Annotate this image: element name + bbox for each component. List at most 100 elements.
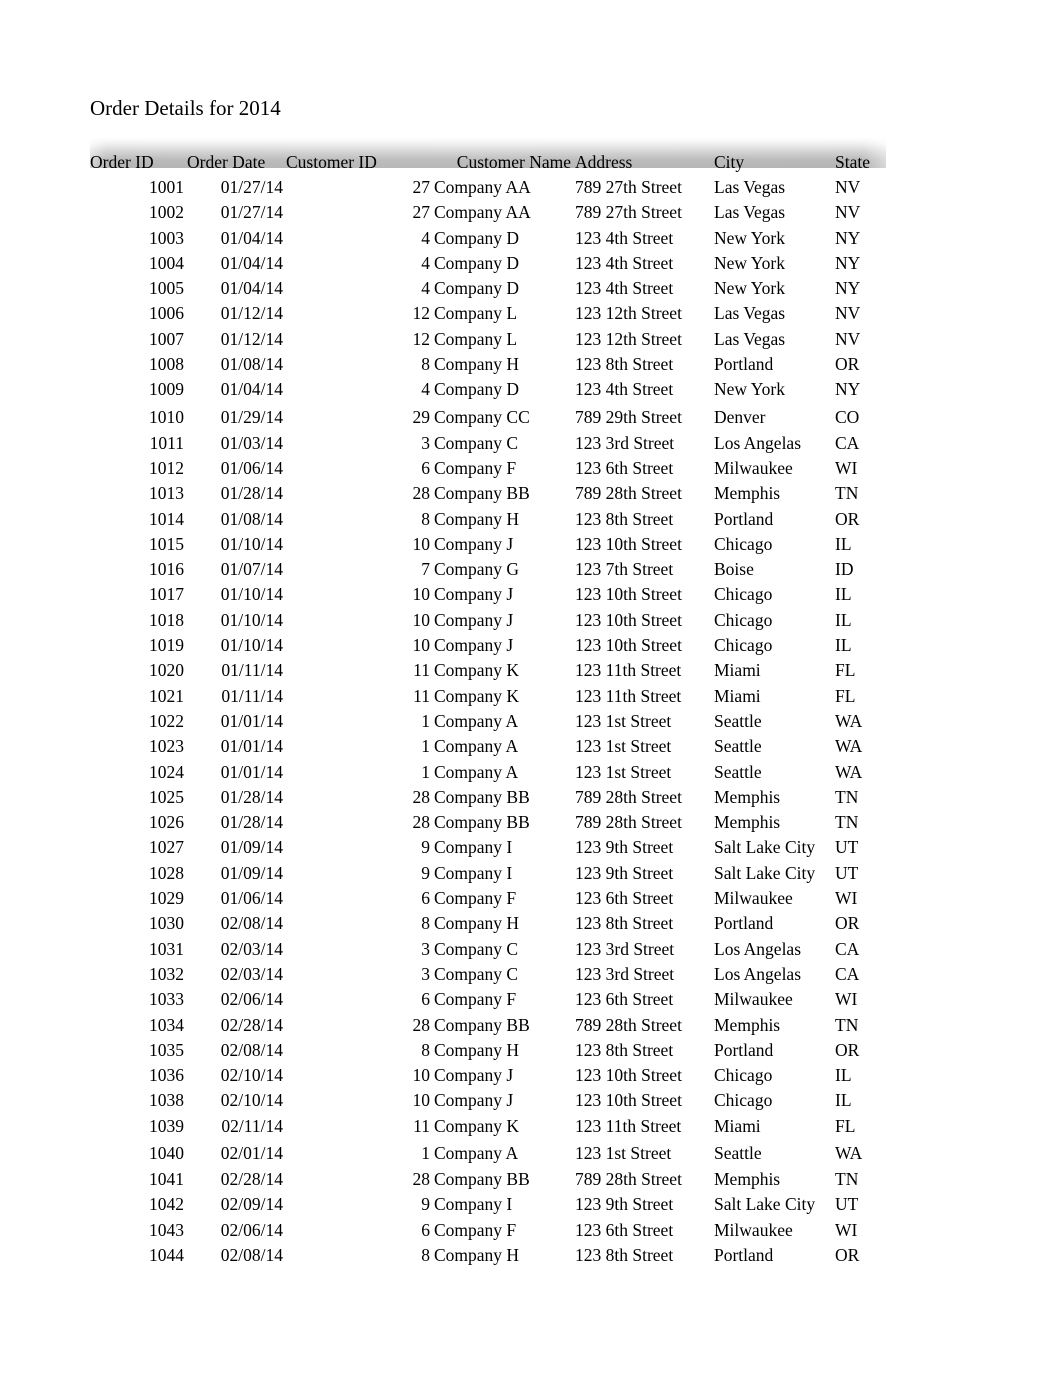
cell-address[interactable]: 123 12th Street (575, 301, 714, 326)
cell-order-id[interactable]: 1028 (90, 861, 187, 886)
table-row[interactable]: 1024 01/01/14 1 Company A 123 1st Street Seat… (90, 760, 890, 785)
cell-city[interactable]: Salt Lake City (714, 1192, 835, 1217)
table-row[interactable]: 1002 01/27/14 27 Company AA 789 27th Street L… (90, 200, 890, 225)
cell-customer-id[interactable]: 10 (286, 1088, 434, 1113)
cell-state[interactable]: WI (835, 456, 890, 481)
cell-customer-id[interactable]: 28 (286, 1013, 434, 1038)
cell-customer-name[interactable]: Company H (434, 1243, 575, 1268)
cell-state[interactable]: NY (835, 377, 890, 402)
cell-state[interactable]: WA (835, 709, 890, 734)
table-row[interactable]: 1033 02/06/14 6 Company F 123 6th Street Milw… (90, 987, 890, 1012)
cell-order-id[interactable]: 1023 (90, 734, 187, 759)
cell-customer-id[interactable]: 1 (286, 760, 434, 785)
cell-address[interactable]: 123 3rd Street (575, 962, 714, 987)
cell-state[interactable]: FL (835, 1114, 890, 1139)
cell-state[interactable]: OR (835, 911, 890, 936)
cell-order-date[interactable]: 01/07/14 (187, 557, 286, 582)
cell-customer-name[interactable]: Company F (434, 987, 575, 1012)
table-row[interactable]: 1031 02/03/14 3 Company C 123 3rd Street Los … (90, 937, 890, 962)
cell-state[interactable]: OR (835, 507, 890, 532)
cell-order-date[interactable]: 01/12/14 (187, 301, 286, 326)
table-row[interactable]: 1005 01/04/14 4 Company D 123 4th Street New … (90, 276, 890, 301)
cell-order-id[interactable]: 1018 (90, 608, 187, 633)
cell-customer-id[interactable]: 27 (286, 175, 434, 200)
cell-city[interactable]: New York (714, 276, 835, 301)
cell-order-id[interactable]: 1025 (90, 785, 187, 810)
table-row[interactable]: 1032 02/03/14 3 Company C 123 3rd Street Los … (90, 962, 890, 987)
cell-order-id[interactable]: 1041 (90, 1167, 187, 1192)
cell-customer-id[interactable]: 6 (286, 1218, 434, 1243)
cell-order-date[interactable]: 01/01/14 (187, 760, 286, 785)
cell-state[interactable]: NY (835, 276, 890, 301)
cell-address[interactable]: 789 27th Street (575, 175, 714, 200)
cell-customer-name[interactable]: Company D (434, 276, 575, 301)
cell-order-id[interactable]: 1044 (90, 1243, 187, 1268)
cell-customer-name[interactable]: Company F (434, 456, 575, 481)
cell-state[interactable]: FL (835, 658, 890, 683)
cell-order-date[interactable]: 02/08/14 (187, 911, 286, 936)
cell-state[interactable]: ID (835, 557, 890, 582)
column-header-customer-id[interactable]: Customer ID (286, 150, 434, 175)
cell-customer-name[interactable]: Company BB (434, 810, 575, 835)
cell-customer-name[interactable]: Company J (434, 1063, 575, 1088)
cell-customer-id[interactable]: 8 (286, 1038, 434, 1063)
cell-order-id[interactable]: 1032 (90, 962, 187, 987)
cell-state[interactable]: IL (835, 1088, 890, 1113)
cell-city[interactable]: Chicago (714, 633, 835, 658)
cell-order-date[interactable]: 01/06/14 (187, 456, 286, 481)
table-row[interactable]: 1011 01/03/14 3 Company C 123 3rd Street Los … (90, 431, 890, 456)
cell-order-date[interactable]: 01/10/14 (187, 582, 286, 607)
cell-address[interactable]: 123 10th Street (575, 532, 714, 557)
cell-city[interactable]: Portland (714, 911, 835, 936)
cell-address[interactable]: 789 28th Street (575, 810, 714, 835)
cell-order-id[interactable]: 1006 (90, 301, 187, 326)
cell-address[interactable]: 123 1st Street (575, 1139, 714, 1167)
cell-customer-name[interactable]: Company H (434, 352, 575, 377)
cell-order-date[interactable]: 01/04/14 (187, 226, 286, 251)
table-row[interactable]: 1008 01/08/14 8 Company H 123 8th Street Port… (90, 352, 890, 377)
cell-customer-id[interactable]: 3 (286, 937, 434, 962)
cell-customer-name[interactable]: Company J (434, 633, 575, 658)
cell-state[interactable]: IL (835, 608, 890, 633)
cell-order-id[interactable]: 1024 (90, 760, 187, 785)
table-row[interactable]: 1035 02/08/14 8 Company H 123 8th Street Port… (90, 1038, 890, 1063)
cell-city[interactable]: Las Vegas (714, 200, 835, 225)
cell-order-date[interactable]: 01/28/14 (187, 481, 286, 506)
cell-customer-id[interactable]: 11 (286, 1114, 434, 1139)
cell-city[interactable]: Salt Lake City (714, 835, 835, 860)
cell-customer-id[interactable]: 11 (286, 684, 434, 709)
cell-order-date[interactable]: 02/08/14 (187, 1243, 286, 1268)
cell-city[interactable]: Memphis (714, 1013, 835, 1038)
cell-order-date[interactable]: 02/09/14 (187, 1192, 286, 1217)
cell-order-id[interactable]: 1031 (90, 937, 187, 962)
cell-address[interactable]: 123 4th Street (575, 226, 714, 251)
cell-address[interactable]: 123 11th Street (575, 1114, 714, 1139)
cell-customer-id[interactable]: 10 (286, 582, 434, 607)
cell-customer-name[interactable]: Company J (434, 1088, 575, 1113)
cell-customer-id[interactable]: 12 (286, 327, 434, 352)
table-row[interactable]: 1009 01/04/14 4 Company D 123 4th Street New … (90, 377, 890, 402)
cell-address[interactable]: 789 27th Street (575, 200, 714, 225)
cell-address[interactable]: 789 28th Street (575, 481, 714, 506)
cell-order-date[interactable]: 02/11/14 (187, 1114, 286, 1139)
cell-state[interactable]: UT (835, 1192, 890, 1217)
cell-address[interactable]: 123 6th Street (575, 1218, 714, 1243)
cell-order-date[interactable]: 01/12/14 (187, 327, 286, 352)
cell-order-id[interactable]: 1001 (90, 175, 187, 200)
column-header-city[interactable]: City (714, 150, 835, 175)
cell-order-date[interactable]: 01/04/14 (187, 377, 286, 402)
cell-customer-id[interactable]: 10 (286, 633, 434, 658)
cell-customer-name[interactable]: Company C (434, 962, 575, 987)
cell-address[interactable]: 123 4th Street (575, 251, 714, 276)
table-row[interactable]: 1006 01/12/14 12 Company L 123 12th Street La… (90, 301, 890, 326)
cell-city[interactable]: Miami (714, 684, 835, 709)
cell-address[interactable]: 789 29th Street (575, 403, 714, 431)
cell-state[interactable]: IL (835, 582, 890, 607)
cell-order-id[interactable]: 1009 (90, 377, 187, 402)
table-row[interactable]: 1021 01/11/14 11 Company K 123 11th Street Mi… (90, 684, 890, 709)
cell-order-date[interactable]: 02/03/14 (187, 962, 286, 987)
table-row[interactable]: 1016 01/07/14 7 Company G 123 7th Street Bois… (90, 557, 890, 582)
cell-order-id[interactable]: 1036 (90, 1063, 187, 1088)
cell-order-date[interactable]: 01/10/14 (187, 633, 286, 658)
cell-order-id[interactable]: 1022 (90, 709, 187, 734)
